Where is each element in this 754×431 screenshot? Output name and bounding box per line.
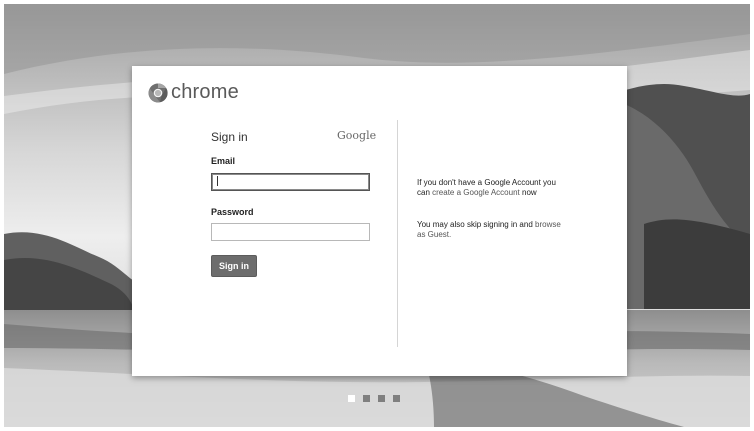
page-indicator-dot[interactable]	[393, 395, 400, 402]
google-logo: Google	[337, 129, 377, 142]
page-indicator-dot[interactable]	[378, 395, 385, 402]
create-account-link[interactable]: create a Google Account	[432, 188, 520, 197]
create-account-text: If you don't have a Google Account you c…	[417, 178, 567, 198]
guest-text: You may also skip signing in and browse …	[417, 220, 567, 240]
chrome-brand: chrome	[148, 81, 239, 104]
password-label: Password	[211, 207, 254, 217]
email-label: Email	[211, 156, 236, 166]
guest-prefix: You may also skip signing in and	[417, 220, 533, 229]
chrome-wordmark: chrome	[171, 81, 239, 103]
signin-button[interactable]: Sign in	[211, 255, 257, 277]
panel-divider	[397, 120, 398, 347]
signin-card: chrome Sign in Google Email Password Sig…	[132, 66, 627, 376]
signin-title: Sign in	[211, 130, 248, 144]
email-field[interactable]	[211, 173, 370, 191]
chrome-logo-icon	[148, 82, 168, 103]
login-screen: chrome Sign in Google Email Password Sig…	[4, 4, 750, 427]
text-caret	[217, 176, 218, 186]
password-field[interactable]	[211, 223, 370, 241]
create-account-suffix: now	[522, 188, 537, 197]
page-indicator-dot[interactable]	[363, 395, 370, 402]
page-indicators	[348, 395, 400, 402]
page-indicator-dot[interactable]	[348, 395, 355, 402]
